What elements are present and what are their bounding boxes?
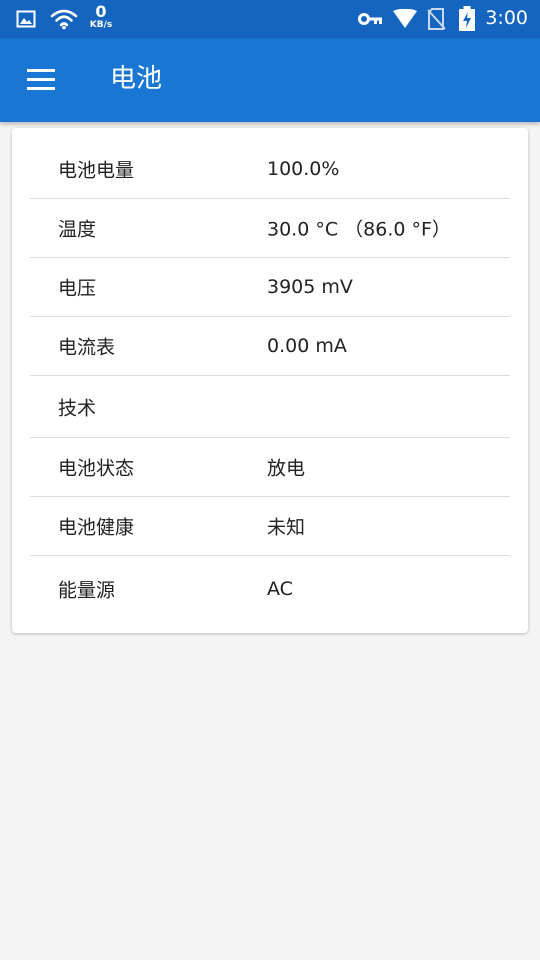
status-bar: 0 KB/s 3:00 (0, 0, 540, 38)
app-bar: 电池 (0, 38, 540, 122)
battery-level-label: 电池电量 (58, 159, 135, 182)
wifi-icon (50, 9, 78, 30)
voltage-value: 3905 mV (267, 276, 353, 298)
network-speed: 0 KB/s (84, 4, 118, 30)
voltage-label: 电压 (58, 277, 97, 300)
no-sim-icon (427, 8, 446, 30)
temperature-label: 温度 (58, 218, 97, 241)
battery-status-row: 电池状态 放电 (30, 438, 510, 497)
key-icon (358, 13, 382, 25)
battery-level-value: 100.0% (267, 158, 340, 180)
battery-info-card: 电池电量 100.0% 温度 30.0 °C （86.0 °F） 电压 3905… (12, 128, 528, 633)
power-source-row: 能量源 AC (30, 556, 510, 622)
power-source-value: AC (267, 578, 293, 600)
battery-level-row: 电池电量 100.0% (30, 140, 510, 199)
current-value: 0.00 mA (267, 335, 347, 357)
network-speed-value: 0 (95, 2, 107, 21)
technology-label: 技术 (58, 397, 97, 419)
battery-health-row: 电池健康 未知 (30, 497, 510, 556)
battery-charging-icon (459, 6, 475, 31)
temperature-value: 30.0 °C （86.0 °F） (267, 218, 451, 241)
current-row: 电流表 0.00 mA (30, 317, 510, 376)
network-speed-unit: KB/s (89, 20, 113, 30)
battery-health-value: 未知 (267, 516, 306, 539)
status-time: 3:00 (485, 7, 528, 29)
signal-icon (393, 9, 417, 28)
current-label: 电流表 (58, 336, 116, 359)
temperature-row: 温度 30.0 °C （86.0 °F） (30, 199, 510, 258)
battery-status-value: 放电 (267, 457, 306, 480)
image-icon (16, 10, 36, 28)
page-title: 电池 (110, 64, 163, 94)
power-source-label: 能量源 (58, 579, 116, 602)
battery-health-label: 电池健康 (58, 516, 135, 539)
battery-status-label: 电池状态 (58, 457, 135, 480)
voltage-row: 电压 3905 mV (30, 258, 510, 317)
technology-row: 技术 (30, 376, 510, 438)
hamburger-menu-icon[interactable] (24, 66, 60, 94)
